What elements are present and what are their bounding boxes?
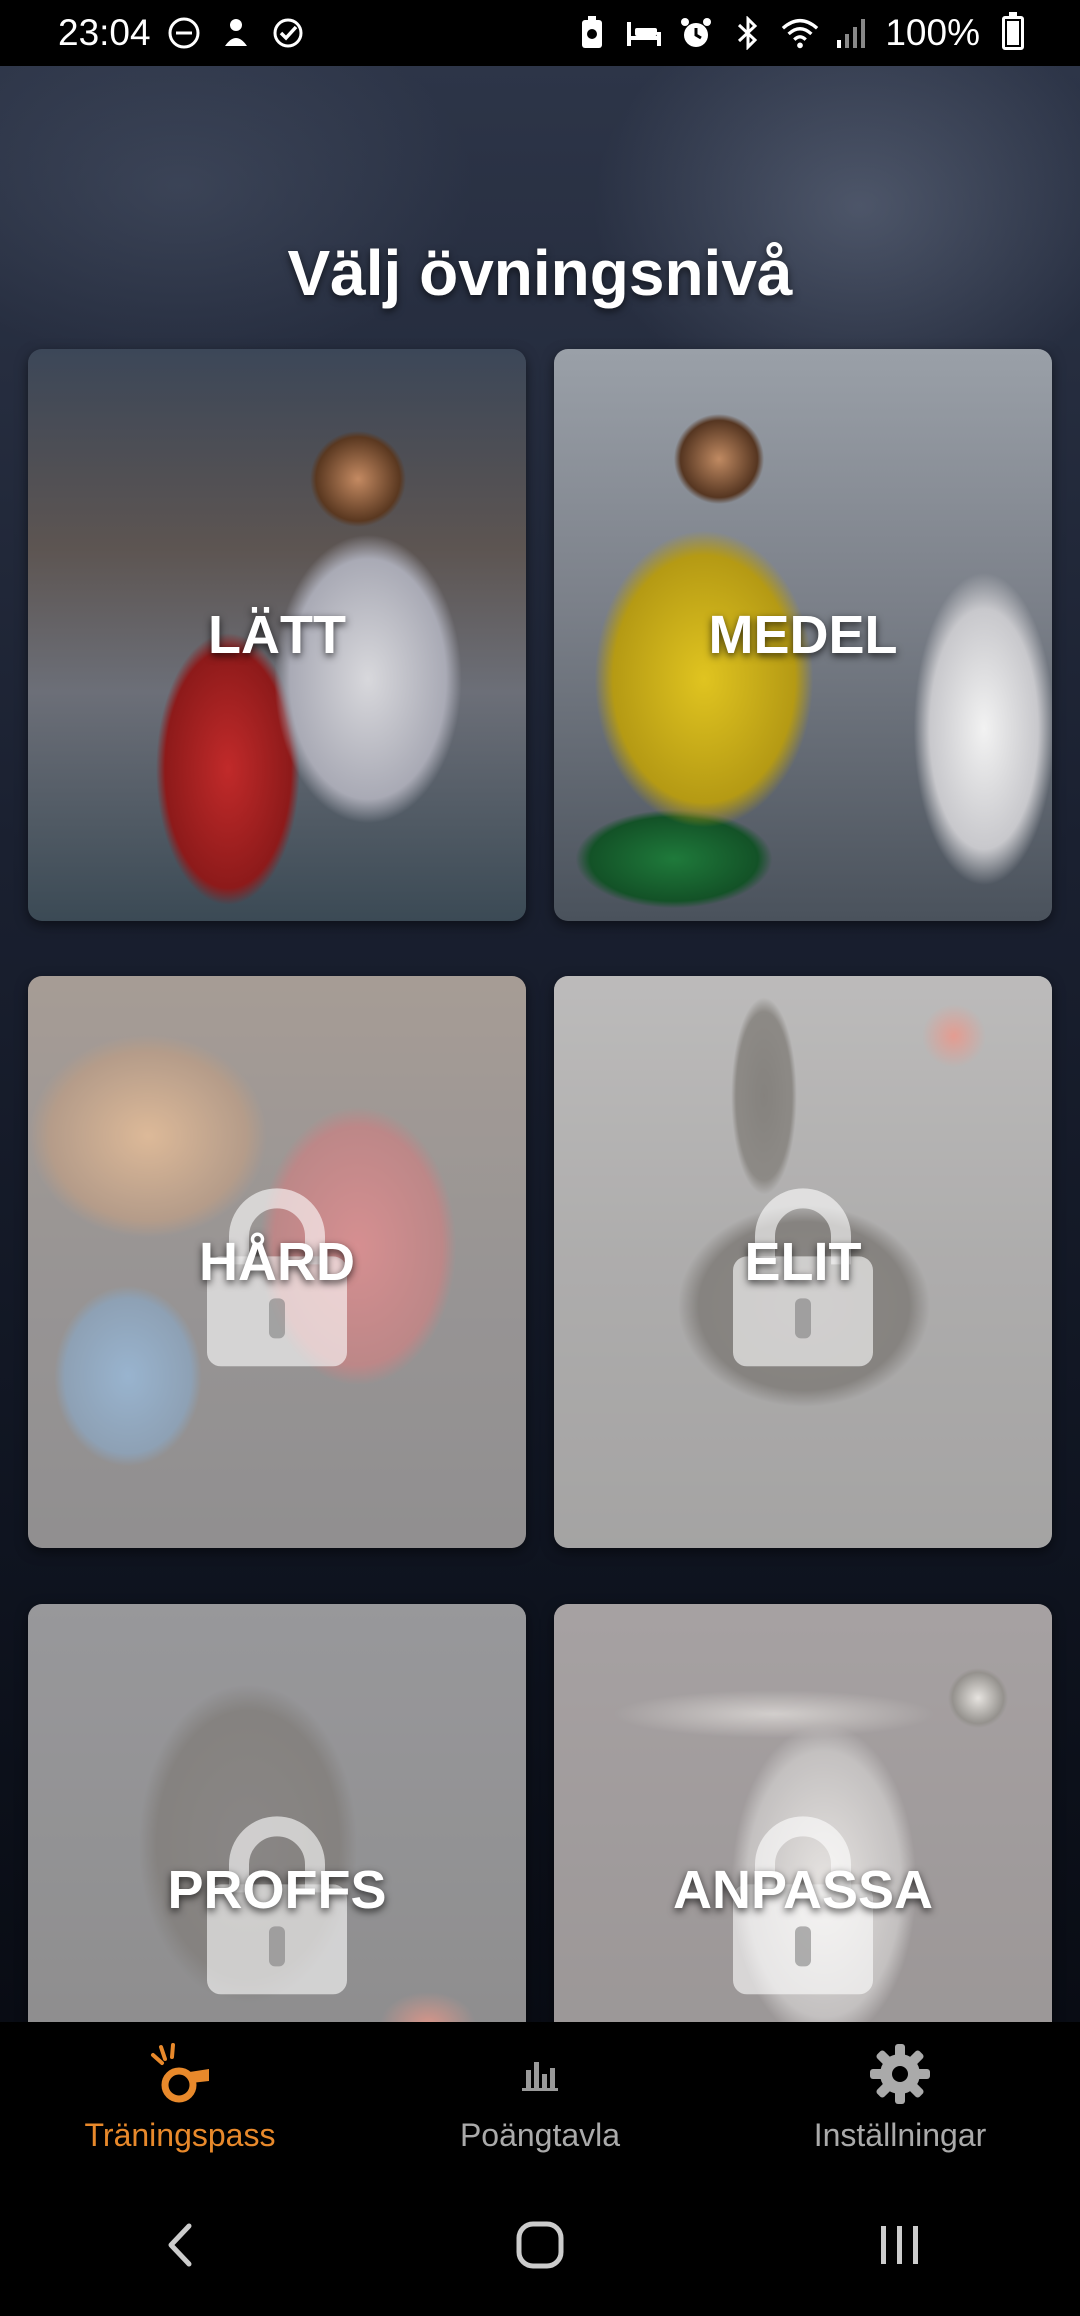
nav-item-poangtavla[interactable]: Poängtavla	[360, 2043, 720, 2154]
nav-label: Träningspass	[84, 2116, 276, 2153]
wifi-icon	[781, 14, 819, 52]
level-card-hard[interactable]: HÅRD	[28, 976, 526, 1548]
back-button[interactable]	[80, 2205, 280, 2285]
page-title: Välj övningsnivå	[287, 237, 793, 309]
back-icon	[168, 2223, 192, 2267]
home-icon	[516, 2221, 564, 2269]
bottom-nav: Träningspass Poängtavla Inställningar	[0, 2022, 1080, 2174]
nav-item-traningspass[interactable]: Träningspass	[0, 2042, 360, 2154]
recents-icon	[881, 2226, 918, 2264]
do-not-disturb-icon	[165, 14, 203, 52]
level-label: PROFFS	[167, 1860, 387, 1920]
main-content: Välj övningsnivå LÄTT MEDEL HÅRD ELIT PR…	[0, 66, 1080, 2022]
nav-label: Inställningar	[813, 2116, 987, 2153]
level-card-elit[interactable]: ELIT	[554, 976, 1052, 1548]
status-right: 100%	[573, 12, 1032, 54]
nav-label: Poängtavla	[459, 2116, 621, 2153]
level-label: HÅRD	[199, 1232, 355, 1292]
recents-button[interactable]	[800, 2205, 1000, 2285]
app-notification-icon	[217, 14, 255, 52]
gear-icon	[865, 2043, 935, 2105]
level-label: MEDEL	[708, 605, 898, 665]
alarm-icon	[677, 14, 715, 52]
status-left: 23:04	[58, 12, 307, 54]
bar-chart-icon	[505, 2043, 575, 2105]
battery-icon	[994, 12, 1032, 52]
status-bar: 23:04 100%	[0, 0, 1080, 66]
system-nav	[0, 2174, 1080, 2316]
signal-icon	[833, 14, 871, 52]
nav-item-installningar[interactable]: Inställningar	[720, 2043, 1080, 2154]
level-label: LÄTT	[208, 605, 346, 665]
level-card-anpassa[interactable]: ANPASSA	[554, 1604, 1052, 2022]
battery-saver-icon	[573, 14, 611, 52]
battery-percent: 100%	[885, 12, 980, 53]
level-card-latt[interactable]: LÄTT	[28, 349, 526, 921]
status-time: 23:04	[58, 12, 151, 53]
level-card-medel[interactable]: MEDEL	[554, 349, 1052, 921]
bed-icon	[625, 14, 663, 52]
level-label: ELIT	[744, 1232, 862, 1292]
level-label: ANPASSA	[672, 1860, 934, 1920]
check-circle-icon	[269, 14, 307, 52]
bluetooth-icon	[729, 14, 767, 52]
whistle-icon	[145, 2042, 215, 2105]
level-card-proffs[interactable]: PROFFS	[28, 1604, 526, 2022]
home-button[interactable]	[440, 2205, 640, 2285]
